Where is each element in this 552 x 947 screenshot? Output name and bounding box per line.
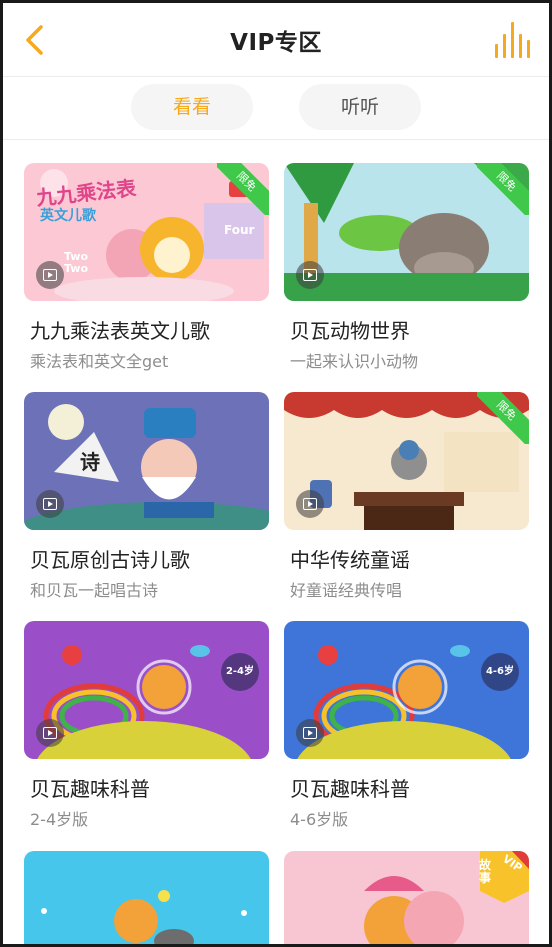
page-title: VIP专区 — [230, 30, 322, 56]
video-card-partial-right[interactable]: 故事 VIP — [284, 851, 529, 944]
card-title: 贝瓦原创古诗儿歌 — [30, 548, 190, 572]
video-thumbnail: 限免 — [284, 392, 529, 530]
play-icon — [296, 490, 324, 518]
card-title: 贝瓦趣味科普 — [30, 777, 150, 801]
video-thumbnail: 九九乘法表 英文儿歌 Two Two Four 限免 — [24, 163, 269, 301]
free-badge: 限免 — [477, 392, 529, 444]
video-card-multiplication[interactable]: 九九乘法表 英文儿歌 Two Two Four 限免 九九乘法表英文儿歌 乘法表… — [24, 163, 269, 373]
play-icon — [296, 261, 324, 289]
card-title: 中华传统童谣 — [290, 548, 410, 572]
audio-equalizer-icon[interactable] — [493, 20, 531, 60]
top-bar: VIP专区 — [3, 3, 549, 77]
video-thumbnail: 故事 VIP — [284, 851, 529, 944]
card-subtitle: 好童谣经典传唱 — [290, 581, 403, 600]
tab-watch[interactable]: 看看 — [131, 84, 253, 130]
card-subtitle: 2-4岁版 — [30, 810, 89, 829]
card-title: 贝瓦趣味科普 — [290, 777, 410, 801]
age-badge: 2-4岁 — [221, 653, 259, 691]
card-subtitle: 一起来认识小动物 — [290, 352, 419, 371]
card-title: 九九乘法表英文儿歌 — [30, 319, 210, 343]
video-thumbnail: 限免 — [284, 163, 529, 301]
free-badge-label: 限免 — [217, 163, 269, 215]
video-thumbnail: 诗 — [24, 392, 269, 530]
play-icon — [36, 719, 64, 747]
story-label: 故事 — [479, 858, 492, 885]
video-card-animals[interactable]: 限免 贝瓦动物世界 一起来认识小动物 — [284, 163, 529, 373]
free-badge-label: 限免 — [477, 163, 529, 215]
content-tabs: 看看 听听 — [3, 78, 549, 140]
age-badge: 4-6岁 — [481, 653, 519, 691]
card-title: 贝瓦动物世界 — [290, 319, 410, 343]
video-card-nursery-rhymes[interactable]: 限免 中华传统童谣 好童谣经典传唱 — [284, 392, 529, 602]
video-thumbnail — [24, 851, 269, 944]
tab-listen[interactable]: 听听 — [299, 84, 421, 130]
play-icon — [36, 261, 64, 289]
free-badge: 限免 — [217, 163, 269, 215]
video-thumbnail: 2-4岁 — [24, 621, 269, 759]
card-subtitle: 4-6岁版 — [290, 810, 349, 829]
video-card-science-4-6[interactable]: 4-6岁 贝瓦趣味科普 4-6岁版 — [284, 621, 529, 831]
play-icon — [296, 719, 324, 747]
app-screen: VIP专区 看看 听听 九九乘法表 英文儿歌 Two Two Four 限免 九… — [3, 3, 549, 944]
card-subtitle: 乘法表和英文全get — [30, 352, 169, 371]
video-card-partial-left[interactable] — [24, 851, 269, 944]
thumb-poem-char: 诗 — [80, 450, 100, 474]
thumb-caption-left: Two Two — [64, 250, 89, 275]
card-subtitle: 和贝瓦一起唱古诗 — [30, 581, 159, 600]
video-card-science-2-4[interactable]: 2-4岁 贝瓦趣味科普 2-4岁版 — [24, 621, 269, 831]
thumb-caption-right: Four — [224, 223, 255, 237]
thumb-subtitle-text: 英文儿歌 — [40, 208, 96, 224]
play-icon — [36, 490, 64, 518]
video-thumbnail: 4-6岁 — [284, 621, 529, 759]
free-badge: 限免 — [477, 163, 529, 215]
video-card-poems[interactable]: 诗 贝瓦原创古诗儿歌 和贝瓦一起唱古诗 — [24, 392, 269, 602]
free-badge-label: 限免 — [477, 392, 529, 444]
